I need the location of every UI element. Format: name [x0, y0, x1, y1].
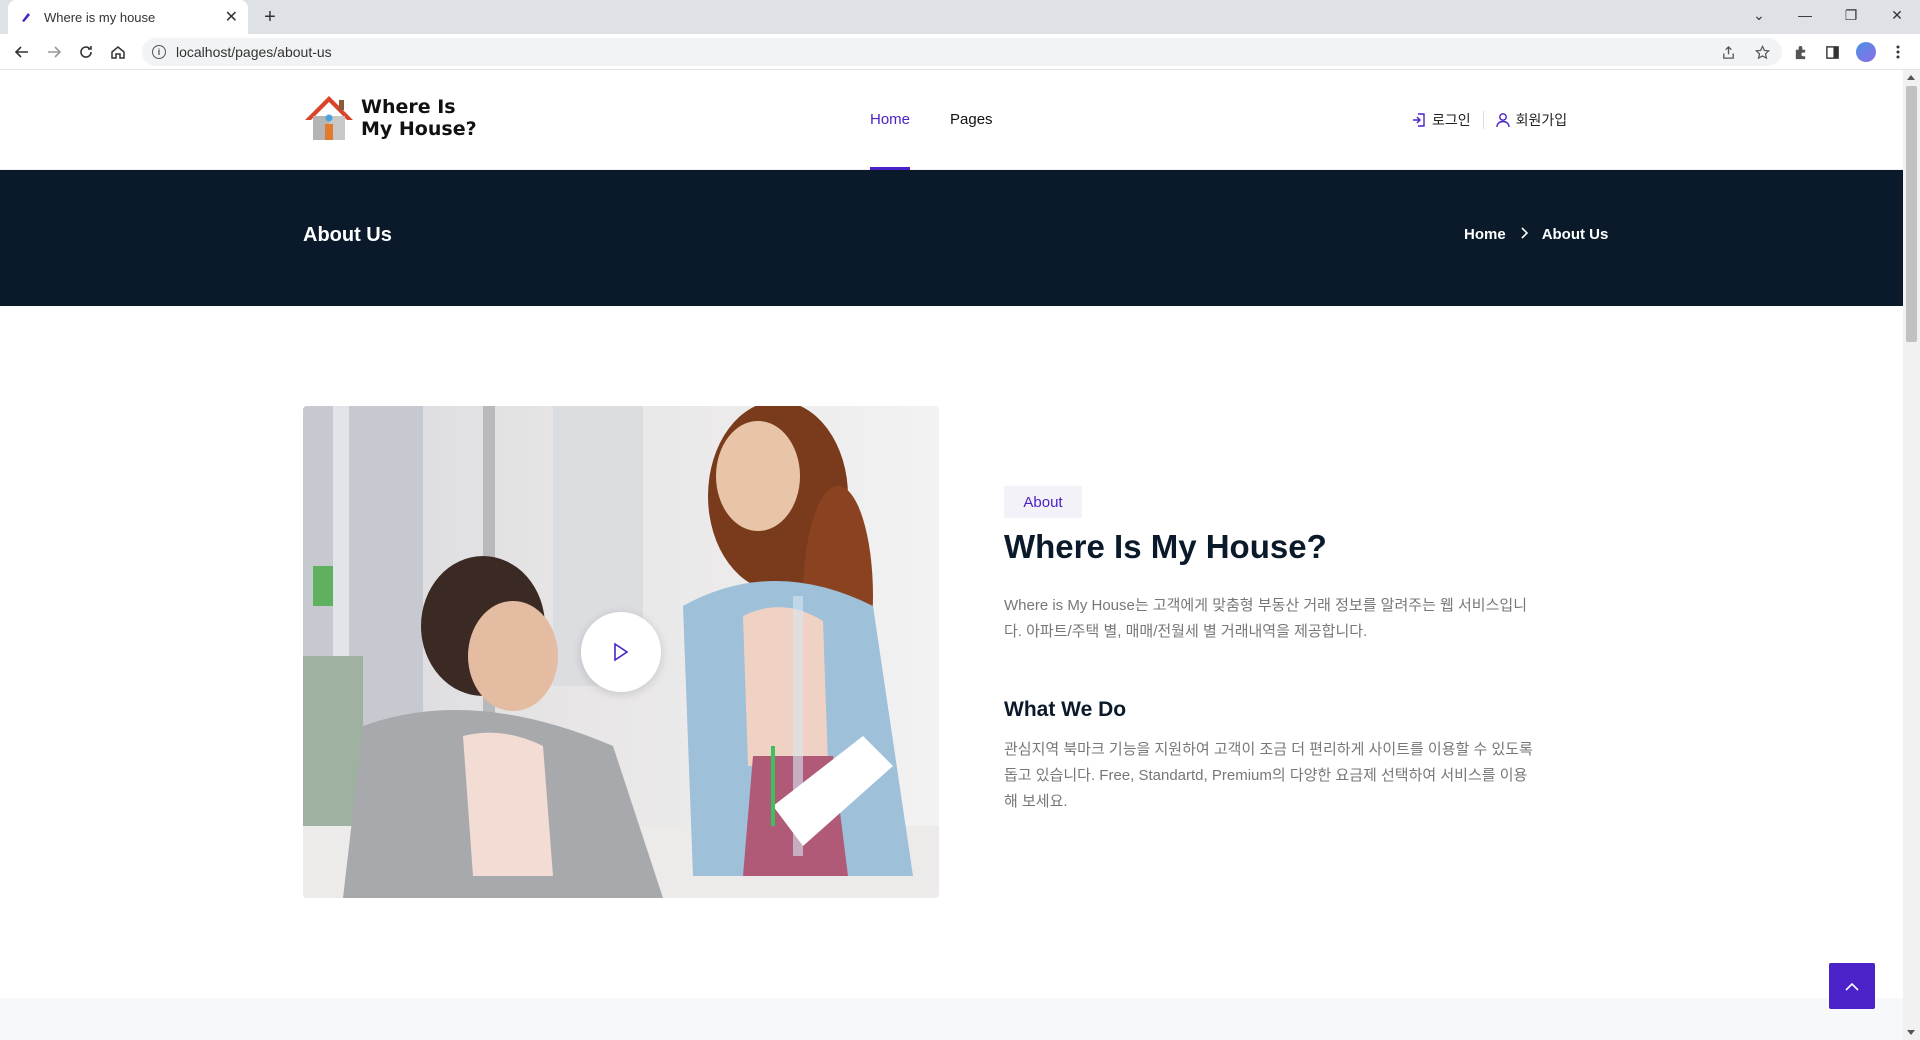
- tab-close-icon[interactable]: ✕: [225, 7, 238, 27]
- new-tab-button[interactable]: +: [258, 5, 282, 29]
- scroll-up-arrow-icon[interactable]: [1907, 75, 1915, 80]
- page-banner: About Us Home About Us: [0, 170, 1903, 306]
- logo-line2: My House?: [361, 118, 477, 140]
- breadcrumb: Home About Us: [1464, 226, 1608, 243]
- restore-button[interactable]: ❐: [1828, 0, 1874, 30]
- main-nav: Home Pages: [870, 70, 1033, 170]
- user-icon: [1495, 113, 1510, 128]
- signup-label: 회원가입: [1515, 112, 1568, 128]
- breadcrumb-home[interactable]: Home: [1464, 226, 1506, 243]
- site-header: Where Is My House? Home Pages 로그인 회원가입: [0, 70, 1903, 170]
- next-section: [0, 998, 1903, 1040]
- close-window-button[interactable]: ✕: [1874, 0, 1920, 30]
- signup-link[interactable]: 회원가입: [1495, 110, 1568, 130]
- auth-links: 로그인 회원가입: [1412, 110, 1567, 130]
- page-scrollbar[interactable]: [1903, 70, 1920, 1040]
- scroll-to-top-button[interactable]: [1829, 963, 1875, 1009]
- browser-toolbar: i localhost/pages/about-us: [0, 34, 1920, 70]
- site-info-icon[interactable]: i: [152, 45, 166, 59]
- about-heading: Where Is My House?: [1004, 528, 1327, 565]
- what-we-do-text: 관심지역 북마크 기능을 지원하여 고객이 조금 더 편리하게 사이트를 이용할…: [1004, 741, 1533, 810]
- url-text: localhost/pages/about-us: [176, 44, 332, 60]
- breadcrumb-current: About Us: [1541, 226, 1609, 243]
- browser-tab[interactable]: Where is my house ✕: [8, 0, 248, 34]
- site-favicon-icon: [18, 9, 34, 25]
- about-description: Where is My House는 고객에게 맞춤형 부동산 거래 정보를 알…: [1004, 597, 1528, 640]
- bookmark-star-icon[interactable]: [1750, 40, 1774, 64]
- page-content: Where Is My House? Home Pages 로그인 회원가입 A…: [0, 70, 1903, 1040]
- site-logo[interactable]: Where Is My House?: [303, 94, 477, 142]
- about-badge: About: [1004, 486, 1082, 518]
- minimize-button[interactable]: —: [1782, 0, 1828, 30]
- chevron-right-icon: [1520, 226, 1528, 243]
- tab-search-icon[interactable]: ⌄: [1736, 0, 1782, 30]
- reload-icon[interactable]: [74, 40, 98, 64]
- what-we-do-heading: What We Do: [1004, 698, 1127, 721]
- share-icon[interactable]: [1716, 40, 1740, 64]
- browser-tabbar: Where is my house ✕ + ⌄ — ❐ ✕: [0, 0, 1920, 34]
- extensions-icon[interactable]: [1788, 40, 1812, 64]
- tab-title: Where is my house: [44, 9, 156, 25]
- side-panel-icon[interactable]: [1820, 40, 1844, 64]
- address-bar[interactable]: i localhost/pages/about-us: [142, 38, 1782, 66]
- profile-avatar[interactable]: [1856, 42, 1876, 62]
- nav-home[interactable]: Home: [870, 70, 911, 170]
- login-link[interactable]: 로그인: [1412, 110, 1471, 130]
- house-logo-icon: [305, 96, 353, 140]
- scrollbar-thumb[interactable]: [1906, 86, 1917, 342]
- nav-pages[interactable]: Pages: [950, 70, 993, 170]
- home-icon[interactable]: [106, 40, 130, 64]
- logo-line1: Where Is: [361, 96, 456, 118]
- forward-arrow-icon[interactable]: [42, 40, 66, 64]
- chevron-up-icon: [1845, 982, 1859, 991]
- play-video-button[interactable]: [581, 612, 661, 692]
- browser-menu-icon[interactable]: [1886, 40, 1910, 64]
- back-arrow-icon[interactable]: [10, 40, 34, 64]
- login-icon: [1413, 113, 1425, 127]
- about-photo: [303, 406, 939, 898]
- auth-divider: [1482, 111, 1484, 129]
- login-label: 로그인: [1432, 112, 1471, 128]
- play-icon: [614, 642, 629, 662]
- page-title: About Us: [303, 224, 392, 246]
- scroll-down-arrow-icon[interactable]: [1907, 1030, 1915, 1035]
